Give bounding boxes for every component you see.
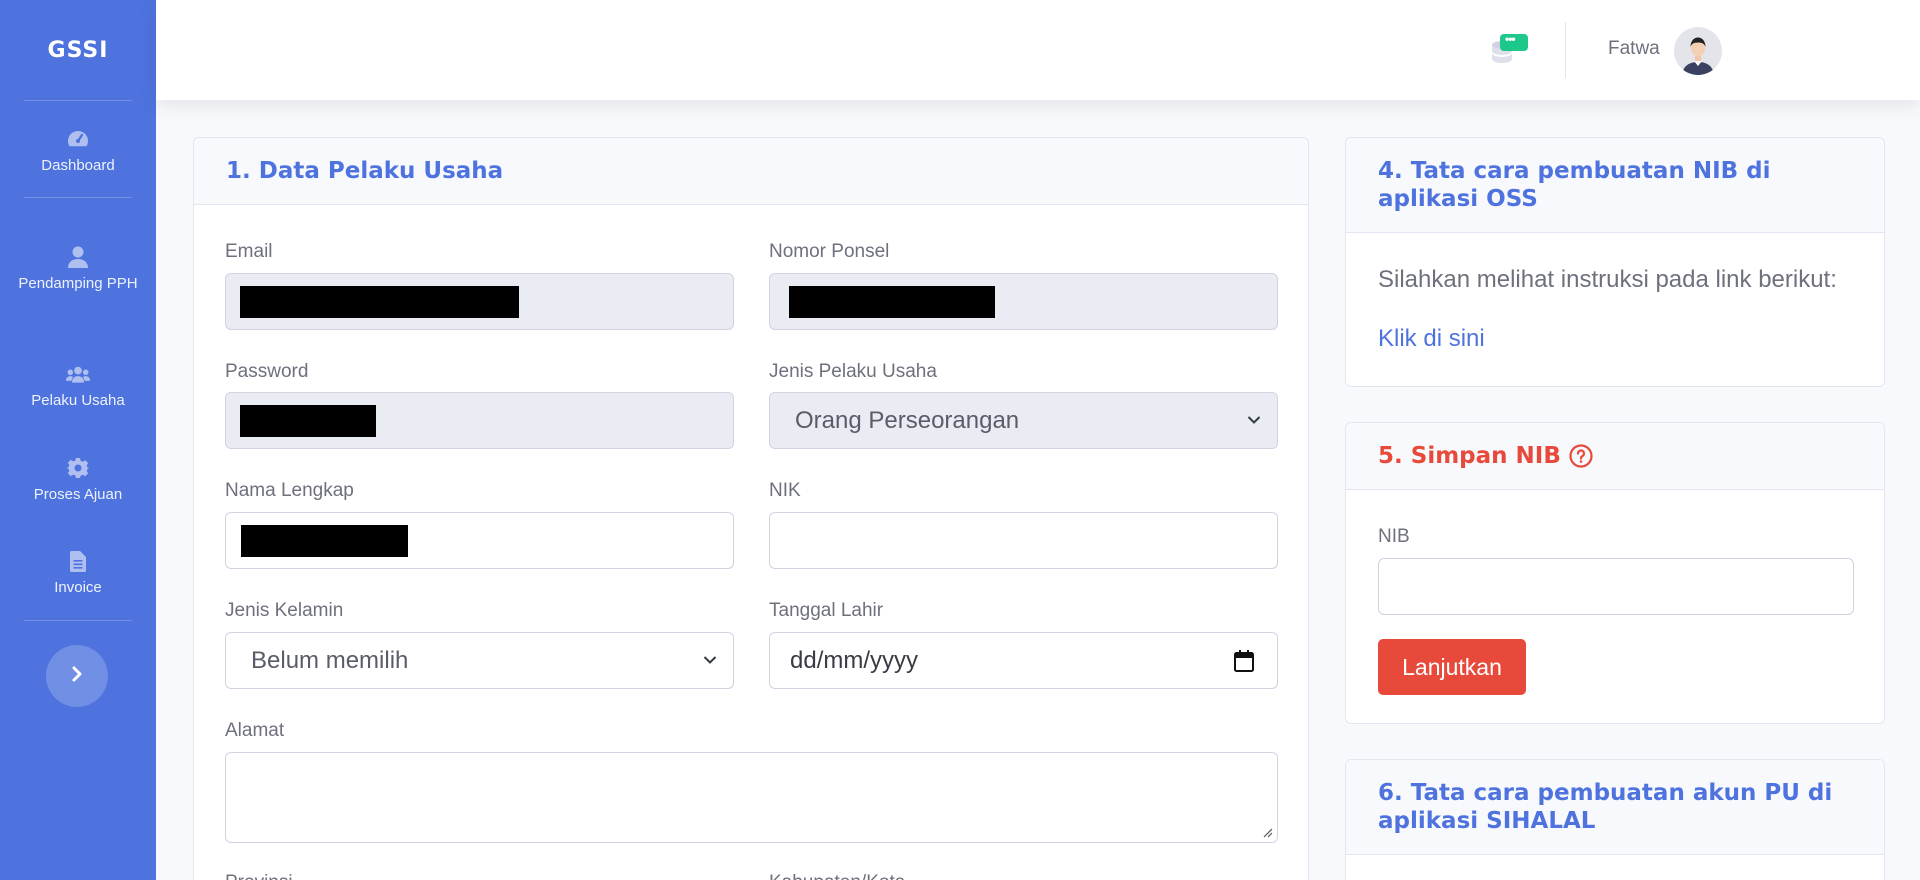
address-textarea[interactable] xyxy=(225,752,1278,843)
sidebar-item-dashboard[interactable]: Dashboard xyxy=(0,128,156,177)
tachometer-icon xyxy=(66,128,90,150)
nik-label: NIK xyxy=(769,480,801,501)
chevron-right-icon xyxy=(71,666,83,687)
gender-select[interactable]: Belum memilih xyxy=(225,632,734,689)
card-title: 5. Simpan NIB xyxy=(1378,443,1561,469)
card-title: 4. Tata cara pembuatan NIB di aplikasi O… xyxy=(1378,158,1771,212)
fullname-field[interactable] xyxy=(225,512,734,569)
redacted-value xyxy=(240,286,519,318)
topbar-divider xyxy=(1565,22,1566,78)
birthdate-field[interactable]: dd/mm/yyyy xyxy=(769,632,1278,689)
sidebar-toggle-button[interactable] xyxy=(46,645,108,707)
sidebar-divider xyxy=(24,100,132,101)
card-header: 1. Data Pelaku Usaha xyxy=(194,138,1308,205)
save-nib-card: 5. Simpan NIB NIB Lanjutkan xyxy=(1345,422,1885,724)
email-label: Email xyxy=(225,241,273,262)
phone-label: Nomor Ponsel xyxy=(769,241,890,262)
card-header: 4. Tata cara pembuatan NIB di aplikasi O… xyxy=(1346,138,1884,233)
sidebar-item-label: Pendamping PPH xyxy=(18,275,138,292)
email-field[interactable] xyxy=(225,273,734,330)
date-placeholder: dd/mm/yyyy xyxy=(790,647,919,674)
user-icon xyxy=(66,246,90,268)
birthdate-label: Tanggal Lahir xyxy=(769,600,884,621)
sidebar-item-pelaku-usaha[interactable]: Pelaku Usaha xyxy=(0,363,156,412)
chevron-down-icon xyxy=(1247,416,1261,424)
avatar[interactable] xyxy=(1674,27,1722,75)
business-type-select[interactable]: Orang Perseorangan xyxy=(769,392,1278,449)
sidebar-item-proses-ajuan[interactable]: Proses Ajuan xyxy=(0,457,156,506)
notification-badge: ••• xyxy=(1505,32,1516,46)
sidebar-item-label: Dashboard xyxy=(41,157,115,174)
file-icon xyxy=(66,550,90,572)
nib-input[interactable] xyxy=(1378,558,1854,615)
sidebar-item-label: Pelaku Usaha xyxy=(31,392,125,409)
sidebar-item-invoice[interactable]: Invoice xyxy=(0,550,156,599)
resize-handle-icon[interactable] xyxy=(1261,826,1273,838)
card-header: 5. Simpan NIB xyxy=(1346,423,1884,490)
sidebar-item-pendamping[interactable]: Pendamping PPH xyxy=(0,246,156,295)
card-title: 1. Data Pelaku Usaha xyxy=(226,158,504,184)
redacted-value xyxy=(789,286,995,318)
fullname-label: Nama Lengkap xyxy=(225,480,354,501)
select-value: Orang Perseorangan xyxy=(795,407,1020,434)
card-header: 6. Tata cara pembuatan akun PU di aplika… xyxy=(1346,760,1884,855)
sidebar-divider xyxy=(24,197,132,198)
user-name[interactable]: Fatwa xyxy=(1608,38,1660,60)
nib-label: NIB xyxy=(1378,526,1410,547)
sidebar-item-label: Proses Ajuan xyxy=(33,486,123,503)
password-field[interactable] xyxy=(225,392,734,449)
gear-icon xyxy=(66,457,90,479)
phone-field[interactable] xyxy=(769,273,1278,330)
redacted-value xyxy=(241,525,408,557)
question-circle-icon[interactable] xyxy=(1569,444,1593,468)
city-label: Kabupaten/Kota xyxy=(769,872,905,880)
gender-label: Jenis Kelamin xyxy=(225,600,344,621)
users-icon xyxy=(66,363,90,385)
province-label: Provinsi xyxy=(225,872,293,880)
sidebar: GSSI Dashboard Pendamping PPH Pelaku Usa… xyxy=(0,0,156,880)
sidebar-item-label: Invoice xyxy=(54,579,102,596)
pu-guide-card: 6. Tata cara pembuatan akun PU di aplika… xyxy=(1345,759,1885,880)
brand-logo[interactable]: GSSI xyxy=(0,0,156,100)
nik-field[interactable] xyxy=(769,512,1278,569)
nib-guide-card: 4. Tata cara pembuatan NIB di aplikasi O… xyxy=(1345,137,1885,387)
select-value: Belum memilih xyxy=(251,647,409,674)
guide-link[interactable]: Klik di sini xyxy=(1378,325,1485,353)
database-icon[interactable]: ••• xyxy=(1488,32,1532,69)
calendar-icon[interactable] xyxy=(1233,649,1255,673)
instruction-text: Silahkan melihat instruksi pada link ber… xyxy=(1378,266,1837,293)
business-type-label: Jenis Pelaku Usaha xyxy=(769,361,937,382)
password-label: Password xyxy=(225,361,309,382)
redacted-value xyxy=(240,405,376,437)
address-label: Alamat xyxy=(225,720,285,741)
chevron-down-icon xyxy=(703,656,717,664)
sidebar-divider xyxy=(24,620,132,621)
card-title: 6. Tata cara pembuatan akun PU di aplika… xyxy=(1378,780,1833,834)
lanjutkan-button[interactable]: Lanjutkan xyxy=(1378,639,1526,695)
